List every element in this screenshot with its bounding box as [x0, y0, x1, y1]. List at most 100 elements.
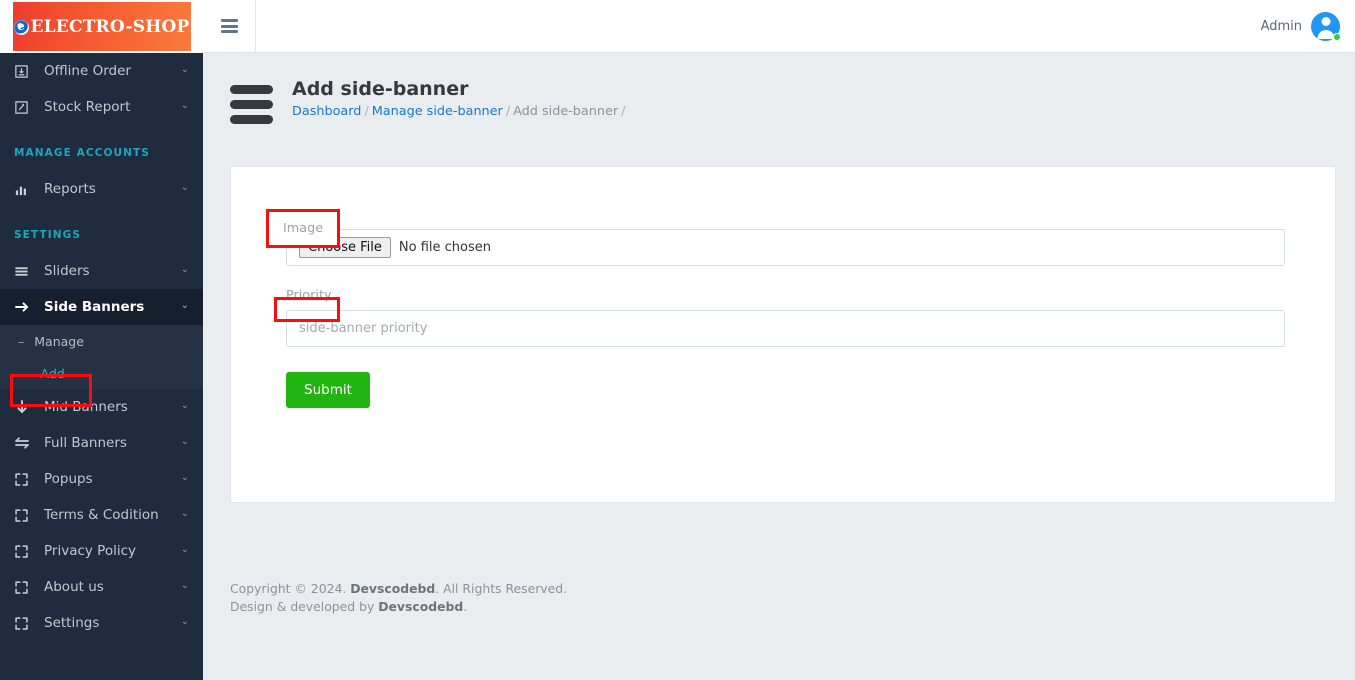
page-header-bars-icon [230, 85, 273, 130]
avatar-head [1321, 16, 1330, 26]
sidebar-item-full-banners[interactable]: Full Banners ⌄ [0, 425, 203, 461]
footer: Copyright © 2024. Devscodebd. All Rights… [230, 580, 567, 616]
chevron-down-icon: ⌄ [180, 264, 189, 275]
topbar: Admin [203, 0, 1355, 53]
arrows-left-right-icon [14, 434, 36, 452]
brand-logo[interactable]: ELECTRO-SHOP [0, 0, 203, 53]
breadcrumb-link-dashboard[interactable]: Dashboard [292, 104, 361, 119]
arrow-down-icon [14, 398, 36, 416]
breadcrumb-sep: / [621, 104, 626, 119]
expand-icon [14, 470, 36, 488]
sidebar-toggle-button[interactable] [203, 0, 256, 53]
image-file-input[interactable]: Choose File No file chosen [286, 229, 1285, 266]
footer-company-name: Devscodebd [350, 581, 436, 596]
topbar-user-area: Admin [1260, 11, 1355, 41]
status-online-dot [1333, 32, 1341, 41]
page-header: Add side-banner Dashboard / Manage side-ba… [203, 53, 1355, 130]
priority-field-label: Priority [286, 288, 332, 303]
edit-square-icon [14, 98, 36, 116]
sidebar-item-label: Stock Report [44, 99, 131, 115]
sidebar-submenu-side-banners: – Manage — Add [0, 325, 203, 389]
chevron-down-icon: ⌄ [180, 300, 189, 311]
sidebar-item-label: Offline Order [44, 63, 131, 79]
sidebar-item-label: Privacy Policy [44, 543, 137, 559]
user-avatar-icon[interactable] [1311, 11, 1341, 41]
sidebar-subitem-add[interactable]: — Add [0, 357, 203, 389]
sidebar-section-manage-accounts: MANAGE ACCOUNTS [14, 147, 150, 159]
chevron-down-icon: ⌄ [180, 400, 189, 411]
sidebar-item-side-banners[interactable]: Side Banners ⌄ [0, 289, 203, 325]
footer-credits-line: Design & developed by Devscodebd. [230, 598, 567, 616]
sidebar-item-privacy-policy[interactable]: Privacy Policy ⌄ [0, 533, 203, 569]
expand-icon [14, 578, 36, 596]
sidebar-item-stock-report[interactable]: Stock Report ⌄ [0, 89, 203, 125]
sidebar-item-terms-condition[interactable]: Terms & Codition ⌄ [0, 497, 203, 533]
sidebar-item-label: Sliders [44, 263, 90, 279]
breadcrumb-current: Add side-banner [513, 104, 619, 119]
image-field-label: Image [286, 207, 1280, 222]
sidebar-item-reports[interactable]: Reports ⌄ [0, 171, 203, 207]
main-content: Add side-banner Dashboard / Manage side-ba… [203, 53, 1355, 680]
avatar-body [1317, 29, 1334, 39]
sidebar-item-label: Side Banners [44, 299, 145, 315]
sidebar-item-label: Popups [44, 471, 93, 487]
breadcrumb-sep: / [364, 104, 369, 119]
page-title: Add side-banner [292, 78, 469, 100]
bar-chart-icon [14, 180, 36, 198]
sidebar-subitem-label: Manage [34, 333, 84, 349]
footer-credits-prefix: Design & developed by [230, 599, 379, 614]
breadcrumb-link-manage-side-banner[interactable]: Manage side-banner [372, 104, 503, 119]
hamburger-icon [220, 17, 238, 36]
chevron-down-icon: ⌄ [180, 580, 189, 591]
banner-form: Image Choose File No file chosen Priorit… [231, 167, 1335, 408]
footer-copyright-prefix: Copyright © 2024. [230, 581, 351, 596]
sidebar-subitem-label: Add [40, 365, 65, 381]
download-box-icon [14, 62, 36, 80]
admin-label: Admin [1260, 18, 1302, 34]
chevron-down-icon: ⌄ [180, 64, 189, 75]
file-status-text: No file chosen [398, 240, 491, 255]
breadcrumb: Dashboard / Manage side-banner / Add side-ba… [292, 104, 628, 119]
sidebar-item-label: Reports [44, 181, 96, 197]
expand-icon [14, 614, 36, 632]
sidebar-item-about-us[interactable]: About us ⌄ [0, 569, 203, 605]
breadcrumb-sep: / [505, 104, 511, 119]
sidebar-item-label: Terms & Codition [44, 507, 159, 523]
arrow-right-icon [14, 298, 36, 316]
bars-icon [14, 262, 36, 280]
sidebar-item-label: Settings [44, 615, 100, 631]
sidebar-item-label: Mid Banners [44, 399, 128, 415]
sidebar-item-settings[interactable]: Settings ⌄ [0, 605, 203, 641]
sidebar-item-label: About us [44, 579, 104, 595]
expand-icon [14, 542, 36, 560]
expand-icon [14, 506, 36, 524]
chevron-down-icon: ⌄ [180, 472, 189, 483]
dash-icon: — [18, 365, 31, 381]
chevron-down-icon: ⌄ [180, 436, 189, 447]
chevron-down-icon: ⌄ [180, 544, 189, 555]
footer-copyright-line: Copyright © 2024. Devscodebd. All Rights… [230, 580, 567, 598]
chevron-down-icon: ⌄ [180, 182, 189, 193]
footer-developer-name: Devscodebd [378, 599, 464, 614]
form-card: Image Choose File No file chosen Priorit… [230, 166, 1336, 503]
chevron-down-icon: ⌄ [180, 616, 189, 627]
sidebar-item-sliders[interactable]: Sliders ⌄ [0, 253, 203, 289]
e-globe-icon [13, 18, 29, 35]
dash-icon: – [18, 333, 25, 349]
brand-text: ELECTRO-SHOP [30, 16, 190, 37]
footer-copyright-suffix: . All Rights Reserved. [435, 581, 568, 596]
sidebar: ELECTRO-SHOP Offline Order ⌄ Stock Repor… [0, 0, 203, 680]
sidebar-section-settings: SETTINGS [14, 229, 81, 241]
annotation-image-label-text: Image [283, 221, 324, 236]
sidebar-item-popups[interactable]: Popups ⌄ [0, 461, 203, 497]
chevron-down-icon: ⌄ [180, 100, 189, 111]
sidebar-item-offline-order[interactable]: Offline Order ⌄ [0, 53, 203, 89]
priority-input[interactable]: side-banner priority [286, 310, 1285, 347]
chevron-down-icon: ⌄ [180, 508, 189, 519]
sidebar-subitem-manage[interactable]: – Manage [0, 325, 203, 357]
submit-button[interactable]: Submit [286, 372, 370, 408]
sidebar-item-mid-banners[interactable]: Mid Banners ⌄ [0, 389, 203, 425]
sidebar-item-label: Full Banners [44, 435, 127, 451]
priority-placeholder: side-banner priority [299, 321, 428, 336]
footer-credits-suffix: . [463, 599, 468, 614]
